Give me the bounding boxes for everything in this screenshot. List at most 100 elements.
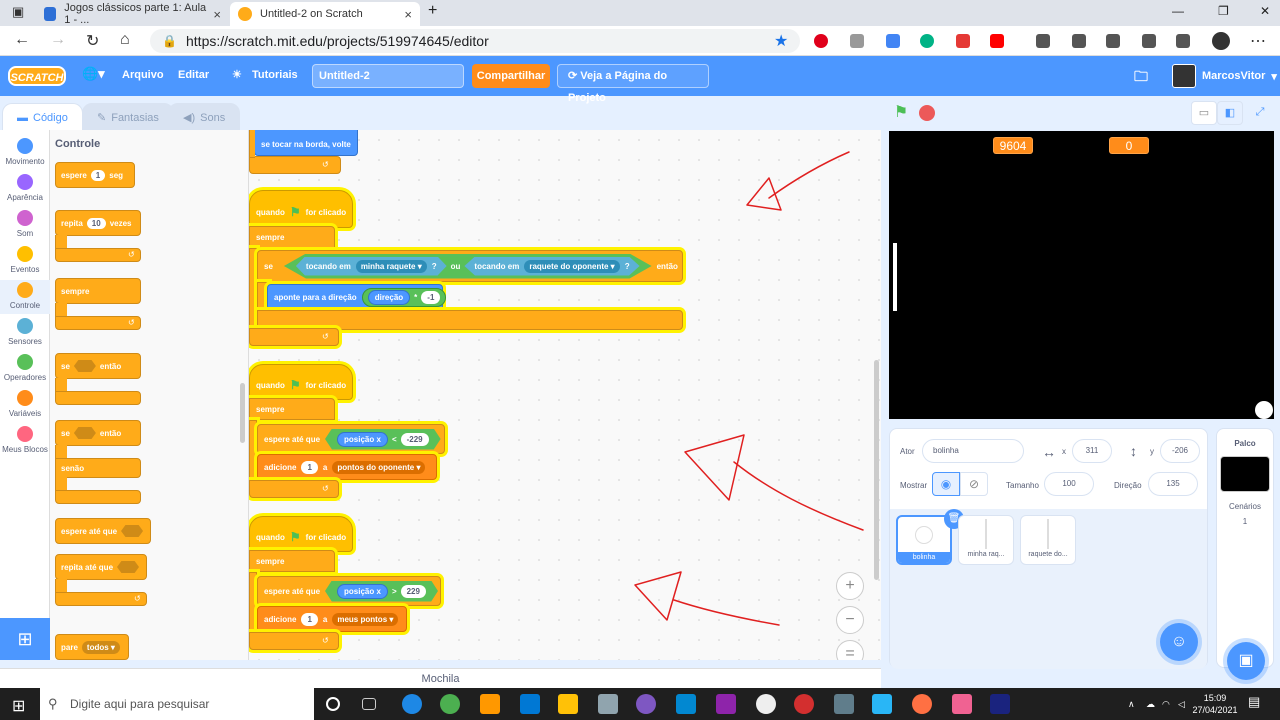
- touching-target-dropdown-1[interactable]: minha raquete ▾: [355, 259, 427, 273]
- share-button[interactable]: Compartilhar: [472, 64, 550, 88]
- opera-extension-icon[interactable]: [814, 34, 828, 48]
- favorite-star-icon[interactable]: ★: [774, 31, 788, 51]
- sprite-tile-bolinha[interactable]: bolinha 🗑: [896, 509, 964, 565]
- category-variables[interactable]: Variáveis: [0, 388, 50, 422]
- language-globe-icon[interactable]: 🌐▾: [82, 66, 105, 82]
- edge-taskbar-icon[interactable]: [402, 694, 422, 714]
- greater-than-operator[interactable]: posição x > 229: [325, 580, 438, 602]
- touching-block-2[interactable]: tocando em raquete do oponente ▾ ?: [464, 256, 640, 276]
- profile-avatar[interactable]: [1212, 32, 1230, 50]
- stop-button[interactable]: [919, 105, 935, 121]
- tab-costumes[interactable]: ✎ Fantasias: [82, 103, 174, 132]
- normal-stage-button[interactable]: ◧: [1217, 101, 1243, 125]
- vscode-taskbar-icon[interactable]: [676, 694, 696, 714]
- more-menu-icon[interactable]: ⋯: [1250, 31, 1266, 51]
- forever-block[interactable]: sempre: [249, 226, 335, 248]
- palette-if-else-block[interactable]: se então: [55, 420, 141, 446]
- amazon-music-taskbar-icon[interactable]: [990, 694, 1010, 714]
- tab-code[interactable]: ▬ Código: [2, 103, 83, 132]
- figma-taskbar-icon[interactable]: [952, 694, 972, 714]
- change-value-input[interactable]: 1: [301, 612, 318, 626]
- task-view-icon[interactable]: [362, 698, 376, 710]
- notification-center-icon[interactable]: ▤: [1248, 695, 1260, 708]
- multiply-operator[interactable]: direção * -1: [361, 287, 447, 307]
- tray-chevron-up-icon[interactable]: ∧: [1128, 698, 1135, 710]
- category-operators[interactable]: Operadores: [0, 352, 50, 386]
- palette-forever-block[interactable]: sempre: [55, 278, 141, 304]
- onedrive-icon[interactable]: ☁: [1146, 698, 1155, 710]
- category-events[interactable]: Eventos: [0, 244, 50, 278]
- forever-block[interactable]: sempre: [249, 398, 335, 420]
- condition-slot[interactable]: [117, 561, 140, 573]
- sprite-tile-raquete-oponente[interactable]: raquete do...: [1020, 515, 1076, 565]
- palette-wait-block[interactable]: espere 1 seg: [55, 162, 135, 188]
- zoom-out-button[interactable]: −: [836, 606, 864, 634]
- calculator-taskbar-icon[interactable]: [834, 694, 854, 714]
- condition-slot[interactable]: [73, 360, 96, 372]
- collections-icon[interactable]: [1072, 34, 1086, 48]
- opera-taskbar-icon[interactable]: [794, 694, 814, 714]
- app3-taskbar-icon[interactable]: [912, 694, 932, 714]
- ball-sprite[interactable]: [1255, 401, 1273, 419]
- when-flag-clicked-hat[interactable]: quando ⚑ for clicado: [249, 190, 353, 228]
- url-field[interactable]: 🔒 https://scratch.mit.edu/projects/51997…: [150, 29, 800, 53]
- multiply-value-input[interactable]: -1: [421, 290, 441, 304]
- app-taskbar-icon[interactable]: [598, 694, 618, 714]
- variable-dropdown[interactable]: pontos do oponente ▾: [332, 460, 426, 474]
- clock-app-taskbar-icon[interactable]: [756, 694, 776, 714]
- share-icon[interactable]: [1142, 34, 1156, 48]
- favorites-icon[interactable]: [1036, 34, 1050, 48]
- palette-repeat-until-block[interactable]: repita até que: [55, 554, 147, 580]
- visual-studio-taskbar-icon[interactable]: [716, 694, 736, 714]
- when-flag-clicked-hat[interactable]: quando ⚑ for clicado: [249, 364, 353, 400]
- category-sensing[interactable]: Sensores: [0, 316, 50, 350]
- sprite-name-input[interactable]: bolinha: [922, 439, 1024, 463]
- compare-value-input[interactable]: -229: [400, 432, 429, 446]
- home-icon[interactable]: ⌂: [120, 31, 130, 49]
- file-explorer-taskbar-icon[interactable]: [558, 694, 578, 714]
- direction-reporter[interactable]: direção: [367, 289, 411, 305]
- a-extension-icon[interactable]: [920, 34, 934, 48]
- or-operator[interactable]: tocando em minha raquete ▾ ? ou tocando …: [283, 253, 652, 279]
- category-sound[interactable]: Som: [0, 208, 50, 242]
- script-area-scrollbar[interactable]: [874, 360, 879, 580]
- reload-icon[interactable]: ↻: [86, 31, 99, 51]
- forever-block[interactable]: sempre: [249, 550, 335, 572]
- scratch-logo[interactable]: SCRATCH: [8, 66, 66, 86]
- point-in-direction-block[interactable]: aponte para a direção direção * -1: [267, 284, 447, 310]
- windows-start-icon[interactable]: ⊞: [12, 696, 25, 716]
- category-motion[interactable]: Movimento: [0, 136, 50, 170]
- restore-icon[interactable]: ❐: [1218, 4, 1229, 18]
- minimize-icon[interactable]: —: [1172, 4, 1184, 18]
- bounce-on-edge-block[interactable]: se tocar na borda, volte: [254, 130, 358, 156]
- app2-taskbar-icon[interactable]: [872, 694, 892, 714]
- add-extension-button[interactable]: ⊞: [0, 618, 50, 660]
- hide-sprite-eye-icon[interactable]: ⊘: [960, 472, 988, 496]
- palette-stop-block[interactable]: pare todos ▾: [55, 634, 129, 660]
- user-menu[interactable]: MarcosVitor ▾: [1172, 64, 1277, 88]
- stop-dropdown[interactable]: todos ▾: [81, 640, 120, 654]
- pen-extension-icon[interactable]: [850, 34, 864, 48]
- repeat-input[interactable]: 10: [86, 217, 106, 229]
- sublime-taskbar-icon[interactable]: [480, 694, 500, 714]
- category-control[interactable]: Controle: [0, 280, 50, 314]
- wait-until-block[interactable]: espere até que posição x > 229: [257, 576, 441, 606]
- browser-tab-lesson[interactable]: Jogos clássicos parte 1: Aula 1 - ... ×: [36, 2, 229, 26]
- plus-extension-icon[interactable]: [956, 34, 970, 48]
- if-then-block[interactable]: se tocando em minha raquete ▾ ? ou tocan…: [257, 250, 683, 282]
- extensions-icon[interactable]: [1106, 34, 1120, 48]
- x-position-reporter[interactable]: posição x: [337, 583, 388, 599]
- condition-slot[interactable]: [121, 525, 144, 537]
- palette-if-block[interactable]: se então: [55, 353, 141, 379]
- category-my-blocks[interactable]: Meus Blocos: [0, 424, 50, 458]
- forward-icon[interactable]: →: [50, 31, 66, 49]
- translate-extension-icon[interactable]: [886, 34, 900, 48]
- wifi-icon[interactable]: ◠: [1162, 698, 1170, 710]
- palette-scrollbar[interactable]: [240, 383, 245, 443]
- close-tab-icon[interactable]: ×: [404, 7, 412, 22]
- touching-block-1[interactable]: tocando em minha raquete ▾ ?: [295, 256, 447, 276]
- when-flag-clicked-hat[interactable]: quando ⚑ for clicado: [249, 516, 353, 552]
- change-variable-block[interactable]: adicione 1 a meus pontos ▾: [257, 606, 407, 632]
- github-taskbar-icon[interactable]: [636, 694, 656, 714]
- palette-wait-until-block[interactable]: espere até que: [55, 518, 151, 544]
